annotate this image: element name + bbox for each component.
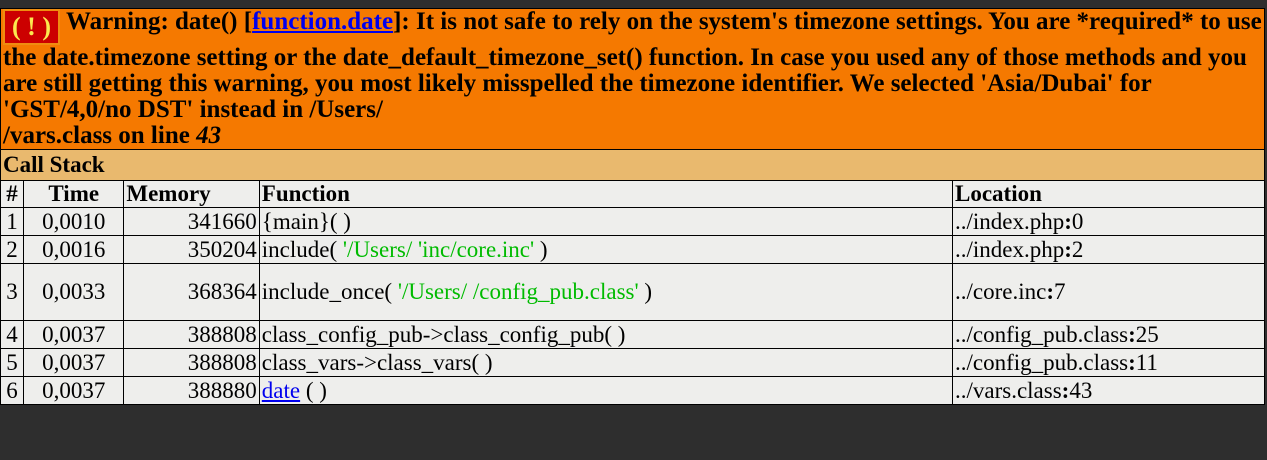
row-memory: 350204 [123, 235, 260, 264]
row-location: ../index.php:0 [951, 207, 1266, 236]
header-function: Function [258, 180, 953, 208]
header-num: # [0, 180, 25, 208]
location-line: 43 [1069, 377, 1093, 403]
warning-icon: ( ! ) [3, 9, 60, 45]
location-file: ../core.inc [954, 279, 1047, 304]
location-file: ../index.php [954, 208, 1065, 234]
header-memory: Memory [123, 180, 260, 208]
table-row: 5 0,0037 388808 class_vars->class_vars( … [0, 348, 1266, 377]
row-function: date ( ) [258, 376, 953, 405]
function-name: include_once( [261, 279, 398, 304]
table-row: 2 0,0016 350204 include( '/Users/ 'inc/c… [0, 235, 1266, 264]
function-name: class_config_pub->class_config_pub( ) [261, 321, 626, 347]
warning-prefix: Warning: date() [ [65, 8, 253, 35]
location-sep: : [1046, 279, 1054, 304]
function-param: '/Users/ 'inc/core.inc' [342, 236, 535, 262]
row-location: ../config_pub.class:25 [951, 320, 1266, 349]
row-num: 1 [0, 207, 25, 236]
call-stack-title: Call Stack [0, 149, 1265, 181]
warning-message: ( ! ) Warning: date() [function.date]: It… [0, 8, 1265, 150]
row-num: 6 [0, 376, 25, 405]
row-time: 0,0037 [23, 376, 125, 405]
row-time: 0,0033 [23, 263, 125, 321]
location-sep: : [1128, 349, 1136, 375]
row-function: class_config_pub->class_config_pub( ) [258, 320, 953, 349]
location-line: 7 [1053, 279, 1066, 304]
call-stack-header-row: # Time Memory Function Location [0, 180, 1266, 208]
location-file: ../config_pub.class [954, 321, 1129, 347]
location-file: ../index.php [954, 236, 1065, 262]
date-function-link[interactable]: date [262, 378, 300, 403]
location-sep: : [1128, 321, 1136, 347]
row-num: 5 [0, 348, 25, 377]
function-name: {main}( ) [261, 208, 351, 234]
function-name: include( [261, 236, 343, 262]
location-sep: : [1064, 208, 1072, 234]
row-memory: 368364 [123, 263, 260, 321]
header-time: Time [23, 180, 125, 208]
location-sep: : [1064, 236, 1072, 262]
function-close: ) [638, 279, 653, 304]
location-line: 0 [1071, 208, 1084, 234]
row-function: include( '/Users/ 'inc/core.inc' ) [258, 235, 953, 264]
row-time: 0,0037 [23, 320, 125, 349]
row-num: 4 [0, 320, 25, 349]
header-location: Location [951, 180, 1266, 208]
row-memory: 388808 [123, 348, 260, 377]
location-line: 11 [1135, 349, 1158, 375]
function-param: '/Users/ /config_pub.class' [397, 279, 639, 304]
warning-line-number: 43 [196, 122, 222, 149]
table-row: 1 0,0010 341660 {main}( ) ../index.php:0 [0, 207, 1266, 236]
row-function: include_once( '/Users/ /config_pub.class… [258, 263, 953, 321]
xdebug-error-table: ( ! ) Warning: date() [function.date]: It… [0, 8, 1266, 405]
row-location: ../vars.class:43 [951, 376, 1266, 405]
row-time: 0,0016 [23, 235, 125, 264]
row-num: 2 [0, 235, 25, 264]
row-function: {main}( ) [258, 207, 953, 236]
table-row: 6 0,0037 388880 date ( ) ../vars.class:4… [0, 376, 1266, 405]
warning-path-tail: /vars.class on line [3, 122, 197, 149]
row-num: 3 [0, 263, 25, 321]
function-close: ) [534, 236, 548, 262]
function-name: ( ) [300, 377, 327, 403]
location-file: ../vars.class [954, 377, 1062, 403]
row-memory: 388880 [123, 376, 260, 405]
row-memory: 388808 [123, 320, 260, 349]
row-function: class_vars->class_vars( ) [258, 348, 953, 377]
row-memory: 341660 [123, 207, 260, 236]
location-line: 2 [1071, 236, 1084, 262]
location-line: 25 [1135, 321, 1159, 347]
table-row: 4 0,0037 388808 class_config_pub->class_… [0, 320, 1266, 349]
row-location: ../index.php:2 [951, 235, 1266, 264]
function-date-link[interactable]: function.date [252, 8, 393, 35]
row-location: ../config_pub.class:11 [951, 348, 1266, 377]
row-time: 0,0010 [23, 207, 125, 236]
function-name: class_vars->class_vars( ) [261, 349, 493, 375]
table-row: 3 0,0033 368364 include_once( '/Users/ /… [0, 263, 1266, 321]
row-time: 0,0037 [23, 348, 125, 377]
location-file: ../config_pub.class [954, 349, 1129, 375]
row-location: ../core.inc:7 [951, 263, 1266, 321]
